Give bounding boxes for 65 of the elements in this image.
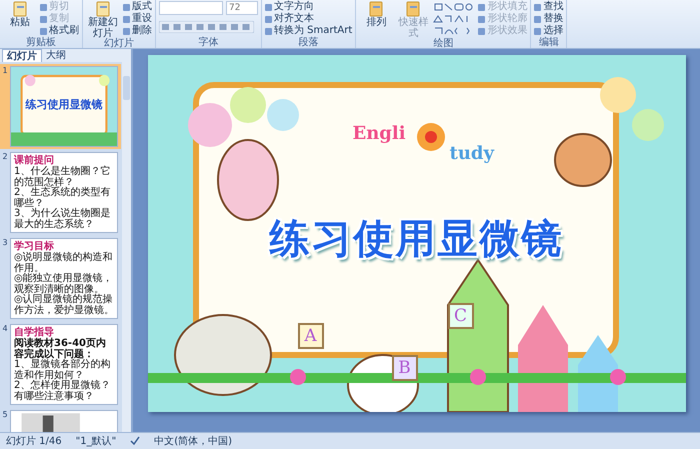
theme-name: "1_默认" (76, 435, 116, 448)
cat-drawing (554, 133, 612, 187)
group-label: 字体 (198, 38, 220, 48)
ribbon-large-button[interactable]: 粘贴 (3, 1, 37, 28)
slide-thumbnail[interactable]: 课前提问 1、什么是生物圈？它的范围怎样？ 2、生态系统的类型有哪些？ 3、为什么说生物圈是最大的生态系统？ (10, 152, 118, 233)
group-label: 编辑 (538, 38, 560, 48)
shapes-gallery-drawing[interactable] (433, 2, 476, 36)
slide-thumbnail[interactable]: 练习使用显微镜 (10, 66, 118, 147)
check-icon (130, 436, 140, 446)
logo-text: tudy (450, 143, 494, 164)
tool-icon (95, 1, 111, 17)
logo-text: Engli (352, 123, 406, 144)
ribbon-large-button[interactable]: 新建幻灯片 (86, 1, 120, 39)
thumbnail-text: 1、显微镜各部分的构造和作用如何？ (14, 360, 112, 380)
group-label: 段落 (298, 38, 320, 48)
thumbnail-text: ◎认同显微镜的规范操作方法，爱护显微镜。 (14, 295, 114, 316)
thumbnail-heading: 自学指导 (14, 327, 55, 338)
flower-icon (416, 123, 444, 151)
letter-card: C (448, 303, 474, 329)
font-format-buttons-drawing[interactable] (159, 21, 254, 33)
thumbnail-title: 练习使用显微镜 (24, 97, 104, 112)
slide-number: 1 (1, 66, 9, 77)
slide-number: 4 (1, 324, 9, 335)
scroll-bar[interactable] (122, 62, 131, 432)
ribbon-button[interactable]: 格式刷 (40, 25, 79, 37)
slide-counter: 幻灯片 1/46 (6, 434, 62, 448)
letter-card: B (392, 355, 418, 381)
group-label: 剪贴板 (25, 38, 57, 48)
group-label: 绘图 (432, 39, 454, 49)
ribbon-button[interactable]: 查找 (534, 1, 564, 13)
slide-number: 3 (1, 238, 9, 249)
thumbnail-heading: 课前提问 (14, 155, 55, 166)
slide-thumbnail[interactable]: 学习目标 ◎说明显微镜的构造和作用。 ◎能独立使用显微镜，观察到清晰的图像。 ◎认同显微镜的规范操作方法，爱护显微镜。 (10, 238, 118, 319)
balloons-drawing (600, 77, 664, 141)
ribbon-button[interactable]: 选择 (534, 25, 564, 37)
thumbnail-heading: 学习目标 (14, 241, 55, 252)
ribbon-large-button[interactable]: 排列 (359, 1, 394, 28)
ribbon-button[interactable]: 转换为 SmartArt (265, 25, 352, 37)
tool-icon (12, 1, 28, 17)
font-size-field[interactable]: 72 (226, 1, 258, 15)
tool-icon (405, 1, 422, 17)
thumbnail-text: 2、生态系统的类型有哪些？ (14, 188, 112, 208)
panel-tab[interactable]: 大纲 (42, 49, 70, 62)
thumbnail-text: 2、怎样使用显微镜？有哪些注意事项？ (14, 381, 112, 402)
thumbnail-text: 3、为什么说生物圈是最大的生态系统？ (14, 209, 112, 230)
thumbnail-text: ◎能独立使用显微镜，观察到清晰的图像。 (14, 274, 114, 294)
font-name-field[interactable] (159, 1, 223, 15)
thumbnail-text: 阅读教材36-40页内容完成以下问题： (14, 339, 106, 360)
panel-tab[interactable]: 幻灯片 (2, 49, 42, 62)
slide-thumbnail[interactable]: 自学指导 阅读教材36-40页内容完成以下问题： 1、显微镜各部分的构造和作用如何？ 2、怎样使用显微镜？有哪些注意事项？ (10, 324, 118, 405)
slide-title: 练习使用显微镜 (268, 215, 564, 264)
language-label: 中文(简体，中国) (154, 434, 232, 448)
slide-number: 2 (1, 152, 9, 163)
ribbon-button[interactable]: 文字方向 (265, 1, 352, 13)
letter-card: A (298, 323, 324, 349)
ribbon-button[interactable]: 重设 (123, 13, 152, 25)
ribbon-button[interactable]: 删除 (123, 25, 152, 37)
ribbon-button[interactable]: 版式 (123, 1, 152, 13)
ribbon-button[interactable]: 对齐文本 (265, 13, 352, 25)
tool-icon (368, 1, 384, 17)
thumbnail-text: ◎说明显微镜的构造和作用。 (14, 253, 114, 274)
group-label: 幻灯片 (103, 39, 135, 49)
ribbon-button[interactable]: 替换 (534, 13, 564, 25)
slide-number: 5 (1, 410, 9, 421)
thumbnail-text: 1、什么是生物圈？它的范围怎样？ (14, 167, 112, 188)
